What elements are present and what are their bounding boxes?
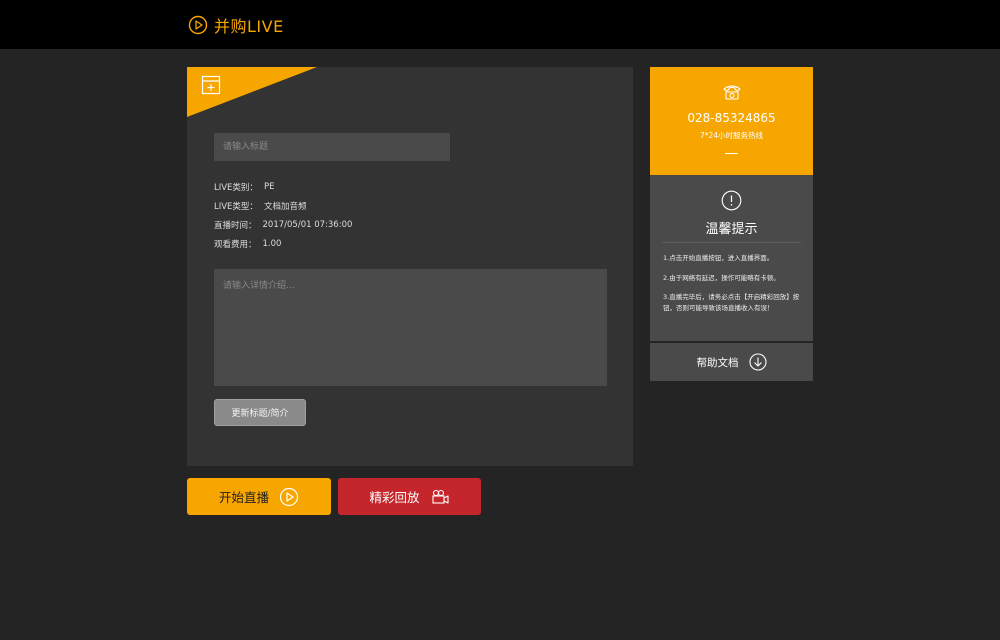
add-calendar-icon[interactable] (201, 75, 221, 95)
tip-item: 3.直播完毕后，请务必点击【开启精彩回放】按钮，否则可能导致该场直播收入有误！ (663, 293, 800, 312)
title-input[interactable] (214, 133, 450, 161)
divider (725, 153, 738, 154)
update-title-button[interactable]: 更新标题/简介 (214, 399, 306, 426)
start-live-label: 开始直播 (218, 490, 269, 505)
replay-button[interactable]: 精彩回放 (338, 478, 481, 515)
info-value: 1.00 (262, 238, 282, 249)
start-live-button[interactable]: 开始直播 (187, 478, 331, 515)
info-value: PE (263, 181, 275, 192)
help-docs-button[interactable]: 帮助文档 (650, 343, 813, 381)
tips-card: 温馨提示 1.点击开始直播按钮，进入直播界面。 2.由于网络有延迟，操作可能略有… (650, 175, 813, 341)
divider (662, 242, 801, 243)
info-row-type: LIVE类型： 文档加音频 (214, 196, 352, 215)
live-info-list: LIVE类别： PE LIVE类型： 文档加音频 直播时间： 2017/05/0… (214, 177, 352, 253)
description-input[interactable] (214, 269, 607, 386)
live-edit-panel: LIVE类别： PE LIVE类型： 文档加音频 直播时间： 2017/05/0… (187, 67, 633, 466)
telephone-icon (723, 85, 741, 100)
download-circle-icon (748, 353, 767, 371)
info-label: 观看费用： (214, 239, 257, 250)
info-label: 直播时间： (214, 220, 257, 231)
help-docs-label: 帮助文档 (696, 356, 739, 369)
top-bar: 并购LIVE (0, 0, 1000, 49)
tips-title: 温馨提示 (705, 222, 758, 237)
hotline-subtitle: 7*24小时服务热线 (699, 131, 764, 140)
info-label: LIVE类型： (214, 201, 258, 212)
hotline-card: 028-85324865 7*24小时服务热线 (650, 67, 813, 175)
info-label: LIVE类别： (214, 182, 258, 193)
tip-item: 1.点击开始直播按钮，进入直播界面。 (663, 254, 774, 262)
play-circle-icon (279, 487, 299, 506)
hotline-number: 028-85324865 (687, 111, 776, 125)
video-camera-icon (431, 489, 449, 504)
brand[interactable]: 并购LIVE (188, 14, 284, 36)
info-value: 2017/05/01 07:36:00 (262, 219, 353, 230)
tip-item: 2.由于网络有延迟，操作可能略有卡顿。 (663, 274, 780, 282)
info-value: 文档加音频 (263, 201, 307, 212)
info-row-time: 直播时间： 2017/05/01 07:36:00 (214, 215, 352, 234)
brand-title: 并购LIVE (214, 17, 284, 36)
play-circle-icon (188, 15, 208, 35)
exclamation-circle-icon (721, 190, 742, 211)
replay-label: 精彩回放 (369, 490, 420, 505)
info-row-category: LIVE类别： PE (214, 177, 352, 196)
info-row-fee: 观看费用： 1.00 (214, 234, 352, 253)
